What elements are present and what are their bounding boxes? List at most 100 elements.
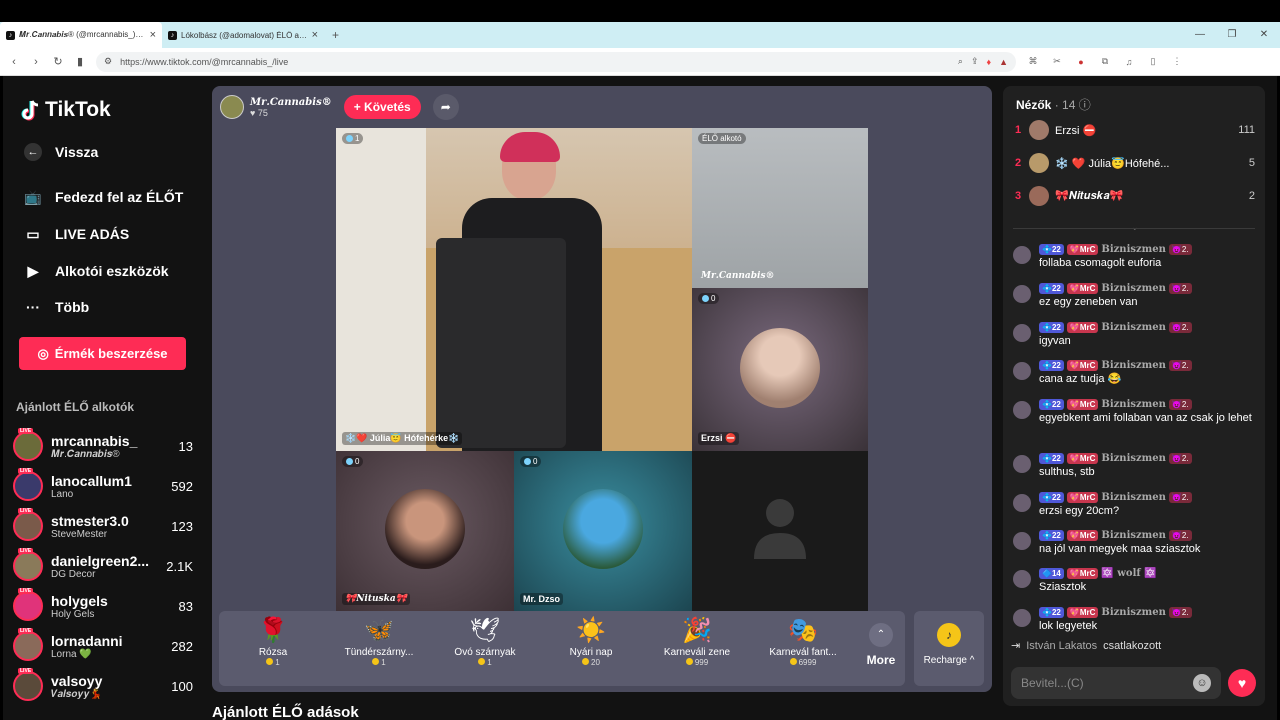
sidebar-icon[interactable]: ▯ [1146, 56, 1160, 67]
chat-message[interactable]: 💠22 💖MrC 𝐁𝐢𝐳𝐧𝐢𝐬𝐳𝐦𝐞𝐧 😈2. sulthus, stb [1013, 451, 1258, 480]
tiktok-logo[interactable]: TikTok [21, 98, 111, 122]
message-text: cana az tudja 😂 [1039, 373, 1122, 385]
get-coins-button[interactable]: ◎ Érmék beszerzése [19, 337, 186, 370]
guest-tile-erzsi[interactable]: 0 Erzsi ⛔ [692, 288, 868, 451]
chat-message[interactable]: 💠22 💖MrC 𝐁𝐢𝐳𝐧𝐢𝐬𝐳𝐦𝐞𝐧 😈2. ez egy zeneben v… [1013, 281, 1258, 310]
like-heart-button[interactable]: ♥ [1228, 669, 1256, 697]
guest-tile-dzso[interactable]: 0 Mr. Dzso [514, 451, 692, 611]
creator-row[interactable]: LIVE valsoyy 𝑽𝒂𝒍𝒔𝒐𝒚𝒚💃 100 [13, 668, 193, 704]
message-text: igyvan [1039, 335, 1071, 347]
gift-item[interactable]: ☀️ Nyári nap 20 [541, 611, 641, 686]
recharge-button[interactable]: ♪ Recharge ^ [914, 611, 984, 686]
viewer-row[interactable]: 1 Erzsi ⛔ 111 [1015, 118, 1255, 142]
back-arrow-icon: ← [23, 142, 43, 162]
site-info-icon[interactable]: ⚙ [104, 56, 112, 67]
creator-nickname: DG Decor [51, 568, 96, 580]
more-gifts-button[interactable]: ⌃ More [857, 611, 905, 686]
message-user[interactable]: 𝐁𝐢𝐳𝐧𝐢𝐬𝐳𝐦𝐞𝐧 [1101, 607, 1166, 618]
chat-message[interactable]: 💠22 💖MrC 𝐁𝐢𝐳𝐧𝐢𝐬𝐳𝐦𝐞𝐧 😈2. follaba csomagol… [1013, 242, 1258, 271]
chat-message[interactable]: 💠22 💖MrC 𝐁𝐢𝐳𝐧𝐢𝐬𝐳𝐦𝐞𝐧 😈2. na jól van megye… [1013, 528, 1258, 557]
forward-icon[interactable]: › [30, 56, 42, 68]
browser-tab-active[interactable]: ♪ 𝑴𝒓.𝑪𝒂𝒏𝒏𝒂𝒃𝒊𝒔® (@mrcannabis_) ÉLŐ adás × [0, 22, 162, 48]
message-user[interactable]: 𝐁𝐢𝐳𝐧𝐢𝐬𝐳𝐦𝐞𝐧 [1101, 399, 1166, 410]
creator-row[interactable]: LIVE lanocallum1 Lano 592 [13, 468, 193, 504]
chat-message[interactable]: 🔷14 💖MrC 🔯 wolf 🔯 Sziasztok [1013, 566, 1258, 595]
creator-name: lornadanni [51, 632, 123, 649]
translate-extension-icon[interactable]: ⌘ [1026, 56, 1040, 67]
gift-item[interactable]: 🎉 Karneváli zene 999 [647, 611, 747, 686]
url-field[interactable]: ⚙ https://www.tiktok.com/@mrcannabis_/li… [96, 51, 1016, 72]
follow-button[interactable]: + Követés [343, 95, 421, 119]
guest-tile-nituska[interactable]: 0 🎀𝑵𝒊𝒕𝒖𝒔𝒌𝒂🎀 [336, 451, 514, 611]
level-badge: 💠22 [1039, 243, 1064, 255]
back-icon[interactable]: ‹ [8, 56, 20, 68]
help-icon[interactable]: ⓘ [1079, 98, 1091, 112]
nav-back[interactable]: ← Vissza [23, 142, 98, 162]
message-user[interactable]: 𝐁𝐢𝐳𝐧𝐢𝐬𝐳𝐦𝐞𝐧 [1101, 322, 1166, 333]
chat-input[interactable]: Bevitel...(C) ☺ [1011, 667, 1221, 699]
close-tab-icon[interactable]: × [150, 29, 156, 41]
creator-row[interactable]: LIVE stmester3.0 SteveMester 123 [13, 508, 193, 544]
share-icon[interactable]: ➦ [432, 94, 459, 120]
reload-icon[interactable]: ↻ [52, 55, 64, 68]
restore-icon[interactable]: ❐ [1216, 22, 1248, 48]
camera-icon: ▭ [26, 225, 40, 242]
live-creator-badge: ÉLŐ alkotó [698, 133, 746, 144]
chat-panel: Nézők · 14 ⓘ 1 Erzsi ⛔ 111 2 ❄️ ❤️ Júlia😇… [1003, 86, 1265, 706]
chat-message[interactable]: 💠22 💖MrC 𝐁𝐢𝐳𝐧𝐢𝐬𝐳𝐦𝐞𝐧 😈2. cana az tudja 😂 [1013, 358, 1258, 387]
left-sidebar: TikTok ← Vissza 📺 Fedezd fel az ÉLŐT ▭ L… [3, 76, 203, 720]
emoji-icon[interactable]: ☺ [1193, 674, 1211, 692]
minimize-icon[interactable]: — [1184, 22, 1216, 48]
tool-extension-icon[interactable]: ✂ [1050, 56, 1064, 67]
message-user[interactable]: 𝐁𝐢𝐳𝐧𝐢𝐬𝐳𝐦𝐞𝐧 [1101, 453, 1166, 464]
creator-row[interactable]: LIVE mrcannabis_ 𝑴𝒓.𝑪𝒂𝒏𝒏𝒂𝒃𝒊𝒔® 13 [13, 428, 193, 464]
message-user[interactable]: 🔯 wolf 🔯 [1101, 568, 1156, 579]
host-avatar[interactable] [220, 95, 244, 119]
settings-icon[interactable]: ⋮ [1170, 56, 1184, 67]
message-user[interactable]: 𝐁𝐢𝐳𝐧𝐢𝐬𝐳𝐦𝐞𝐧 [1101, 244, 1166, 255]
chat-message[interactable]: 💠22 💖MrC 𝐁𝐢𝐳𝐧𝐢𝐬𝐳𝐦𝐞𝐧 😈2. erzsi egy 20cm? [1013, 490, 1258, 519]
creator-row[interactable]: LIVE danielgreen2... DG Decor 2.1K [13, 548, 193, 584]
close-tab-icon[interactable]: × [312, 29, 318, 41]
viewer-row[interactable]: 2 ❄️ ❤️ Júlia😇Hófehé... 5 [1015, 151, 1255, 175]
warning-extension-icon[interactable]: ▲ [999, 57, 1008, 67]
creator-info: lanocallum1 Lano [51, 473, 153, 500]
nav-more[interactable]: ··· Több [23, 297, 89, 317]
viewer-row[interactable]: 3 🎀𝑵𝒊𝒕𝒖𝒔𝒌𝒂🎀 2 [1015, 184, 1255, 208]
extensions-icon[interactable]: ⧉ [1098, 56, 1112, 67]
guest-tile-main[interactable]: 1 ❄️❤️ Júlia😇 Hófehérke❄️ [336, 128, 692, 451]
creator-row[interactable]: LIVE holygels Holy Gels 83 [13, 588, 193, 624]
message-user[interactable]: 𝐁𝐢𝐳𝐧𝐢𝐬𝐳𝐦𝐞𝐧 [1101, 530, 1166, 541]
message-user[interactable]: 𝐁𝐢𝐳𝐧𝐢𝐬𝐳𝐦𝐞𝐧 [1101, 283, 1166, 294]
chat-message[interactable]: 💠22 💖MrC 𝐁𝐢𝐳𝐧𝐢𝐬𝐳𝐦𝐞𝐧 😈2. egyebkent ami fo… [1013, 397, 1258, 426]
gift-name: Tündérszárny... [344, 647, 414, 658]
chat-message[interactable]: 💠22 💖MrC 𝐁𝐢𝐳𝐧𝐢𝐬𝐳𝐦𝐞𝐧 😈2. lok legyetek [1013, 605, 1258, 634]
creator-row[interactable]: LIVE lornadanni Lorna 💚 282 [13, 628, 193, 664]
creator-info: holygels Holy Gels [51, 593, 153, 620]
nav-creator-tools[interactable]: ▶ Alkotói eszközök [23, 261, 169, 281]
close-window-icon[interactable]: ✕ [1248, 22, 1280, 48]
gift-item[interactable]: 🎭 Karnevál fant... 6999 [753, 611, 853, 686]
zoom-icon[interactable]: ⌕ [958, 56, 963, 67]
gift-item[interactable]: 🦋 Tündérszárny... 1 [329, 611, 429, 686]
coin-icon [685, 658, 693, 665]
chat-message[interactable]: 💠22 💖MrC 𝐁𝐢𝐳𝐧𝐢𝐬𝐳𝐦𝐞𝐧 😈2. igyvan [1013, 320, 1258, 349]
host-tile[interactable]: ÉLŐ alkotó 𝑴𝒓.𝑪𝒂𝒏𝒏𝒂𝒃𝒊𝒔® [692, 128, 868, 288]
message-user[interactable]: 𝐁𝐢𝐳𝐧𝐢𝐬𝐳𝐦𝐞𝐧 [1101, 492, 1166, 503]
media-icon[interactable]: ♫ [1122, 57, 1136, 67]
nav-explore-live[interactable]: 📺 Fedezd fel az ÉLŐT [23, 187, 183, 207]
bookmark-icon[interactable]: ▮ [74, 55, 86, 68]
hls-extension-icon[interactable]: ● [1074, 57, 1088, 67]
host-info[interactable]: 𝑴𝒓.𝑪𝒂𝒏𝒏𝒂𝒃𝒊𝒔® ♥ 75 [250, 97, 332, 118]
nav-go-live[interactable]: ▭ LIVE ADÁS [23, 224, 129, 244]
gift-item[interactable]: 🌹 Rózsa 1 [223, 611, 323, 686]
rank-badge: 😈2. [1168, 452, 1192, 464]
gift-item[interactable]: 🕊 Óvó szárnyak 1 [435, 611, 535, 686]
empty-seat-tile[interactable] [692, 451, 868, 611]
share-page-icon[interactable]: ⇪ [971, 56, 979, 67]
new-tab-button[interactable]: + [324, 22, 347, 48]
message-user[interactable]: 𝐁𝐢𝐳𝐧𝐢𝐬𝐳𝐦𝐞𝐧 [1101, 360, 1166, 371]
shield-extension-icon[interactable]: ♦ [986, 57, 991, 67]
browser-tab[interactable]: ♪ Lókolbász (@adomalovat) ÉLŐ adás × [162, 22, 324, 48]
message-text: follaba csomagolt euforia [1039, 257, 1162, 269]
